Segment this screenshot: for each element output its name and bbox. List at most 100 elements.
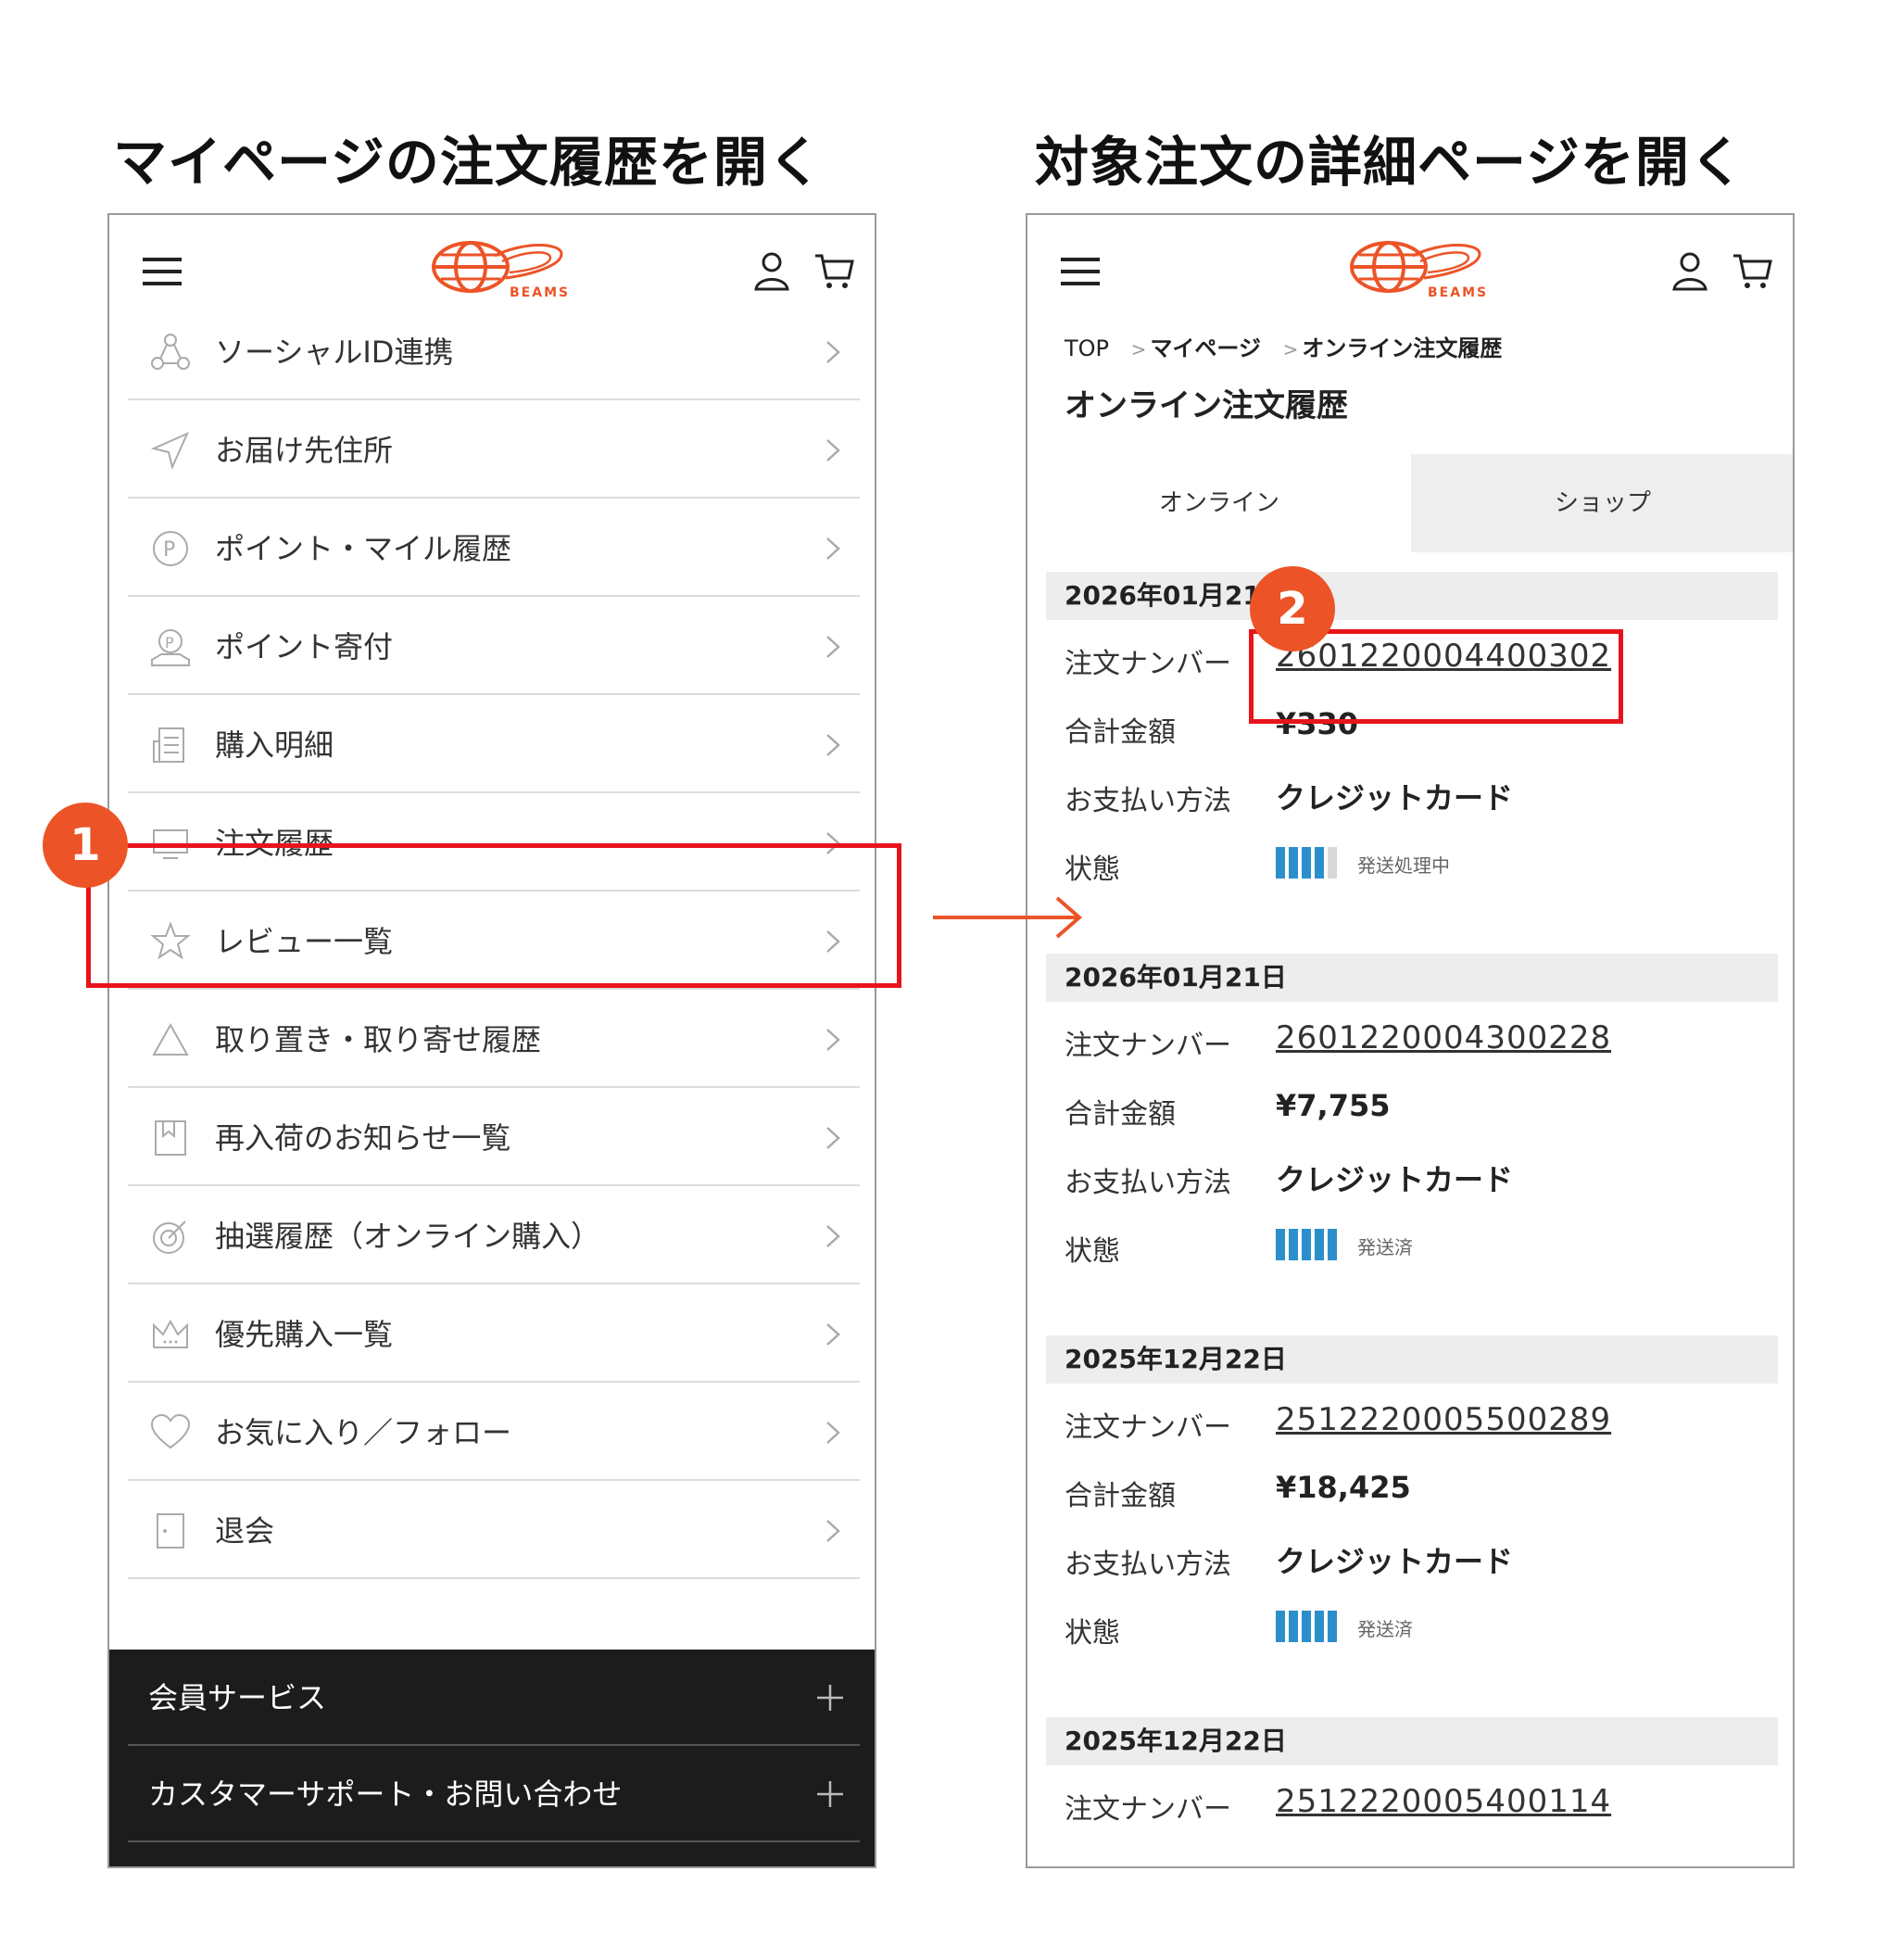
order-total-label: 合計金額	[1065, 1098, 1176, 1131]
order-status-label: 状態	[1065, 1235, 1120, 1268]
order-number-link[interactable]: 2512220005500289	[1276, 1401, 1611, 1438]
receipt-icon	[153, 727, 184, 763]
order-status-label: 状態	[1065, 854, 1120, 886]
chevron-right-icon	[826, 1323, 840, 1346]
menu-item[interactable]: 購入明細	[128, 697, 860, 793]
status-progress-segment	[1302, 1611, 1311, 1642]
order-number-link[interactable]: 2512220005400114	[1276, 1783, 1611, 1820]
breadcrumb-top[interactable]: TOP	[1065, 335, 1109, 361]
beams-logo[interactable]: BEAMS	[422, 237, 571, 302]
chevron-right-icon	[826, 1127, 840, 1149]
cart-icon[interactable]	[813, 252, 854, 291]
status-text: 発送済	[1357, 1618, 1413, 1640]
chevron-right-icon	[826, 636, 840, 658]
status-progress-bar	[1276, 1229, 1337, 1260]
plus-icon	[817, 1781, 843, 1807]
status-progress-segment	[1289, 847, 1298, 879]
chevron-right-icon	[826, 1422, 840, 1444]
status-progress-segment	[1289, 1611, 1298, 1642]
chevron-right-icon	[826, 341, 840, 363]
svg-text:P: P	[165, 634, 174, 651]
status-progress-segment	[1315, 1229, 1324, 1260]
accordion-customer-support[interactable]: カスタマーサポート・お問い合わせ	[128, 1746, 860, 1842]
target-icon	[153, 1220, 186, 1254]
menu-item[interactable]: 優先購入一覧	[128, 1286, 860, 1383]
status-progress-bar	[1276, 847, 1337, 879]
order-date-header: 2026年01月21日	[1046, 572, 1778, 620]
order-history-phone: BEAMS TOP > マイページ > オンライン注文履歴 オンライン注文履歴 オン…	[1026, 213, 1795, 1868]
step-badge-2: 2	[1250, 566, 1335, 651]
tab-online[interactable]: オンライン	[1027, 454, 1411, 552]
menu-item-label: 取り置き・取り寄せ履歴	[215, 1022, 542, 1057]
cart-icon[interactable]	[1732, 252, 1772, 291]
chevron-right-icon	[826, 537, 840, 560]
beams-logo[interactable]: BEAMS	[1341, 237, 1489, 302]
order-date-header: 2026年01月21日	[1046, 954, 1778, 1002]
order-date-header: 2025年12月22日	[1046, 1717, 1778, 1765]
menu-item[interactable]: 取り置き・取り寄せ履歴	[128, 992, 860, 1088]
chevron-right-icon	[826, 1520, 840, 1542]
menu-item-label: お届け先住所	[215, 433, 394, 468]
highlight-order-history	[86, 843, 901, 988]
user-account-icon[interactable]	[753, 250, 790, 291]
accordion-label: カスタマーサポート・お問い合わせ	[148, 1777, 623, 1812]
order-payment-label: お支払い方法	[1065, 1167, 1231, 1199]
order-number-link[interactable]: 2601220004300228	[1276, 1019, 1611, 1056]
footer-accordion: 会員サービス カスタマーサポート・お問い合わせ	[109, 1650, 875, 1866]
menu-item[interactable]: 抽選履歴（オンライン購入）	[128, 1188, 860, 1284]
accordion-member-service[interactable]: 会員サービス	[128, 1650, 860, 1746]
order-number-value: 2601220004300228	[1276, 1019, 1611, 1056]
menu-item[interactable]: P ポイント寄付	[128, 599, 860, 695]
order-total-label: 合計金額	[1065, 716, 1176, 749]
order-status-label: 状態	[1065, 1617, 1120, 1650]
order-payment-label: お支払い方法	[1065, 785, 1231, 817]
menu-item[interactable]: 退会	[128, 1483, 860, 1579]
status-text: 発送済	[1357, 1236, 1413, 1258]
order-total-value: ¥7,755	[1276, 1088, 1391, 1123]
mypage-phone: ソーシャルID連携 お届け先住所 P ポイント・マイル履歴 P ポイント寄付 購入明細 注文履…	[107, 213, 876, 1868]
order-payment-label: お支払い方法	[1065, 1549, 1231, 1581]
order-number-label: 注文ナンバー	[1065, 1411, 1231, 1444]
step-badge-1: 1	[43, 803, 128, 888]
order-number-label: 注文ナンバー	[1065, 1793, 1231, 1826]
menu-item[interactable]: お気に入り／フォロー	[128, 1385, 860, 1481]
status-progress-segment	[1328, 1611, 1337, 1642]
status-text: 発送処理中	[1357, 854, 1450, 877]
breadcrumb-mypage[interactable]: マイページ	[1150, 335, 1261, 361]
menu-item-label: 再入荷のお知らせ一覧	[215, 1120, 511, 1156]
status-progress-segment	[1302, 847, 1311, 879]
breadcrumb-separator-icon: >	[1130, 338, 1147, 360]
menu-item-label: ソーシャルID連携	[215, 335, 454, 370]
chevron-right-icon	[826, 1029, 840, 1051]
site-header: BEAMS	[1027, 215, 1793, 317]
breadcrumb-separator-icon: >	[1282, 338, 1299, 360]
breadcrumb: TOP > マイページ > オンライン注文履歴	[1065, 330, 1507, 362]
tab-shop[interactable]: ショップ	[1411, 454, 1793, 552]
order-number-label: 注文ナンバー	[1065, 648, 1231, 680]
bookmark-icon	[155, 1120, 186, 1156]
menu-item-label: 抽選履歴（オンライン購入）	[215, 1219, 601, 1254]
page-title: オンライン注文履歴	[1065, 387, 1348, 424]
site-header: BEAMS	[109, 215, 875, 317]
order-payment-value: クレジットカード	[1276, 780, 1514, 816]
menu-item-label: 購入明細	[215, 727, 334, 763]
order-tabs: オンライン ショップ	[1027, 454, 1793, 552]
status-progress-segment	[1328, 1229, 1337, 1260]
menu-item[interactable]: 再入荷のお知らせ一覧	[128, 1090, 860, 1186]
hamburger-menu-icon[interactable]	[1061, 256, 1100, 287]
svg-text:P: P	[163, 538, 175, 562]
plus-icon	[817, 1685, 843, 1711]
menu-item[interactable]: P ポイント・マイル履歴	[128, 500, 860, 597]
menu-item-label: ポイント・マイル履歴	[215, 531, 512, 566]
user-account-icon[interactable]	[1671, 250, 1708, 291]
status-progress-segment	[1276, 847, 1285, 879]
order-number-label: 注文ナンバー	[1065, 1030, 1231, 1062]
door-icon	[157, 1513, 184, 1549]
menu-item-label: ポイント寄付	[215, 629, 394, 664]
chevron-right-icon	[826, 734, 840, 756]
hamburger-menu-icon[interactable]	[143, 256, 182, 287]
menu-item[interactable]: ソーシャルID連携	[128, 304, 860, 400]
menu-item[interactable]: お届け先住所	[128, 402, 860, 499]
chevron-right-icon	[826, 1225, 840, 1247]
logo-text: BEAMS	[510, 285, 570, 300]
